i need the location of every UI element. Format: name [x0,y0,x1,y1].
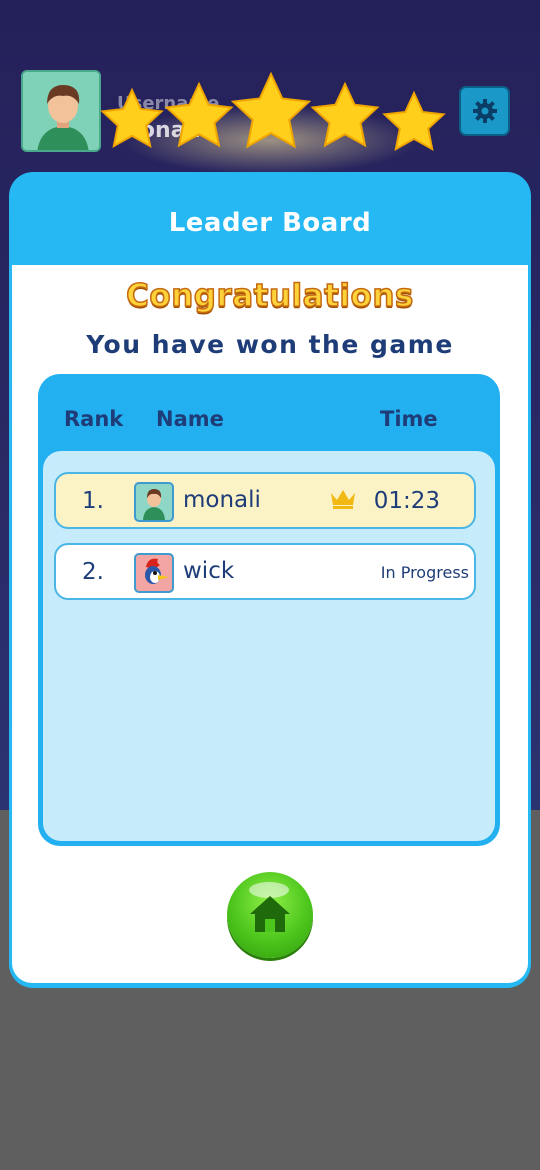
row-rank: 2. [82,559,104,585]
star-icon [382,90,446,152]
player-avatar [134,482,174,522]
row-rank: 1. [82,488,104,514]
table-row: 2. wick In Progress [54,543,476,600]
column-rank: Rank [64,407,124,431]
profile-avatar[interactable] [21,70,101,152]
star-icon [100,87,164,149]
leaderboard-table: Rank Name Time 1. monali 01:23 2. wick I… [38,374,500,846]
settings-button[interactable] [459,86,510,136]
player-avatar [134,553,174,593]
star-rating [100,71,446,152]
home-icon [250,896,290,932]
boy-avatar-icon [143,489,165,520]
dialog-title: Leader Board [168,208,372,238]
column-time: Time [380,407,438,431]
player-time: 01:23 [373,488,440,514]
player-name: monali [183,487,261,513]
win-message: You have won the game [86,330,454,359]
player-status: In Progress [380,563,469,582]
home-button[interactable] [227,872,313,958]
gear-icon [472,99,497,123]
star-icon [230,71,312,149]
congratulations-heading: Congratulations [125,277,414,315]
woodpecker-avatar-icon [145,558,169,584]
table-row: 1. monali 01:23 [54,472,476,529]
star-icon [310,81,380,148]
star-icon [164,81,234,148]
table-body: 1. monali 01:23 2. wick In Progress [43,451,495,841]
boy-avatar-icon [23,72,99,150]
crown-icon [331,490,355,509]
player-name: wick [183,558,235,584]
column-name: Name [156,407,224,431]
